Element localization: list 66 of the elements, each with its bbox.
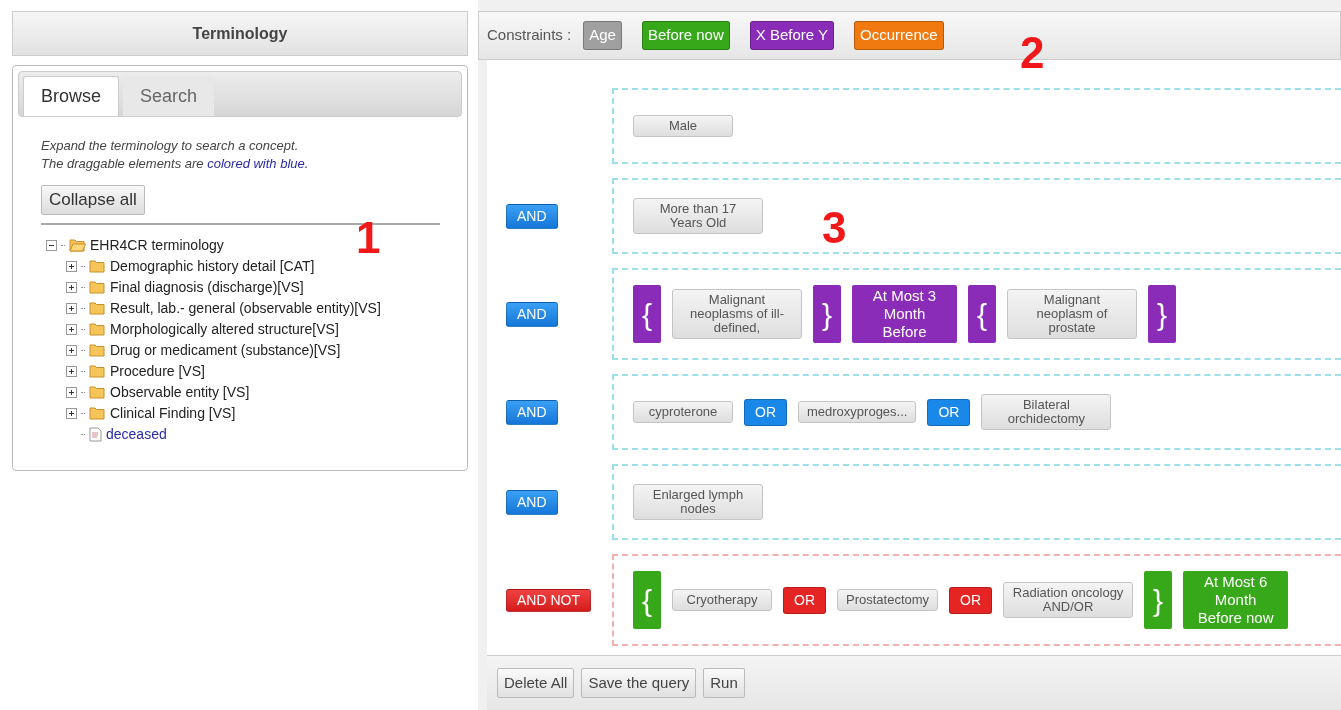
- folder-icon: [89, 322, 106, 336]
- document-icon: [89, 426, 102, 442]
- or-operator[interactable]: OR: [783, 586, 826, 614]
- expand-icon[interactable]: [66, 407, 77, 419]
- folder-icon: [89, 343, 106, 357]
- concept-chip[interactable]: More than 17 Years Old: [633, 198, 763, 234]
- operator-button[interactable]: AND: [506, 399, 558, 425]
- concept-chip[interactable]: Enlarged lymph nodes: [633, 484, 763, 520]
- tree-item[interactable]: Demographic history detail [CAT]: [110, 255, 315, 277]
- concept-chip[interactable]: Radiation oncology AND/OR: [1003, 582, 1134, 618]
- expand-icon[interactable]: [66, 323, 77, 335]
- tree-item[interactable]: Clinical Finding [VS]: [110, 402, 236, 424]
- collapse-all-button[interactable]: Collapse all: [41, 185, 145, 215]
- expand-icon[interactable]: [66, 302, 77, 314]
- folder-icon: [89, 259, 106, 273]
- constraint-chip[interactable]: X Before Y: [749, 21, 835, 50]
- or-operator[interactable]: OR: [949, 586, 993, 614]
- tree-item[interactable]: Procedure [VS]: [110, 360, 205, 382]
- annotation-number: 1: [356, 212, 381, 264]
- tree-item[interactable]: Result, lab.- general (observable entity)[VS]: [110, 297, 381, 319]
- panel-header: Terminology: [12, 11, 468, 56]
- folder-icon: [89, 301, 106, 315]
- tree-item[interactable]: Observable entity [VS]: [110, 381, 250, 403]
- tree-item[interactable]: Drug or medicament (substance)[VS]: [110, 339, 341, 361]
- annotation-number: 2: [1020, 27, 1045, 79]
- open-brace-block[interactable]: {: [633, 285, 661, 343]
- concept-chip[interactable]: Bilateral orchidectomy: [981, 394, 1112, 430]
- concept-chip[interactable]: Prostatectomy: [837, 589, 939, 611]
- expand-icon[interactable]: [66, 386, 77, 398]
- footer-button[interactable]: Save the query: [581, 667, 697, 699]
- open-folder-icon: [69, 238, 86, 252]
- concept-chip[interactable]: Cryotherapy: [672, 589, 772, 611]
- operator-button[interactable]: AND: [506, 203, 558, 229]
- concept-chip[interactable]: Malignant neoplasms of ill-defined,: [672, 289, 802, 339]
- concept-chip[interactable]: Malignant neoplasm of prostate: [1007, 289, 1137, 339]
- tab[interactable]: Browse: [23, 76, 120, 116]
- footer-button[interactable]: Run: [703, 667, 745, 699]
- or-operator[interactable]: OR: [744, 398, 787, 426]
- expand-icon[interactable]: [66, 260, 77, 272]
- folder-icon: [89, 364, 106, 378]
- open-brace-block[interactable]: {: [968, 285, 996, 343]
- folder-icon: [89, 280, 106, 294]
- hint-text: Expand the terminology to search a concept. The draggable elements are colored with blue.: [41, 137, 310, 173]
- concept-chip[interactable]: cyproterone: [633, 401, 733, 423]
- annotation-number: 3: [822, 202, 847, 254]
- tree-item[interactable]: EHR4CR terminology: [90, 234, 224, 256]
- constraints-label: Constraints :: [487, 25, 572, 46]
- expand-icon[interactable]: [66, 365, 77, 377]
- expand-icon[interactable]: [66, 344, 77, 356]
- close-brace-block[interactable]: }: [813, 285, 841, 343]
- folder-icon: [89, 385, 106, 399]
- footer-button[interactable]: Delete All: [497, 667, 575, 699]
- close-brace-block[interactable]: }: [1148, 285, 1176, 343]
- operator-button[interactable]: AND: [506, 489, 558, 515]
- constraint-block[interactable]: At Most 3 Month Before: [852, 285, 957, 343]
- expand-icon[interactable]: [66, 281, 77, 293]
- collapse-icon[interactable]: [46, 239, 57, 251]
- tree-item[interactable]: Morphologically altered structure[VS]: [110, 318, 339, 340]
- tree-item[interactable]: deceased: [106, 423, 167, 445]
- concept-chip[interactable]: medroxyproges...: [798, 401, 917, 423]
- operator-button[interactable]: AND: [506, 301, 558, 327]
- concept-chip[interactable]: Male: [633, 115, 733, 137]
- folder-icon: [89, 406, 106, 420]
- or-operator[interactable]: OR: [927, 398, 971, 426]
- tree-item[interactable]: Final diagnosis (discharge)[VS]: [110, 276, 304, 298]
- operator-button[interactable]: AND NOT: [506, 588, 591, 612]
